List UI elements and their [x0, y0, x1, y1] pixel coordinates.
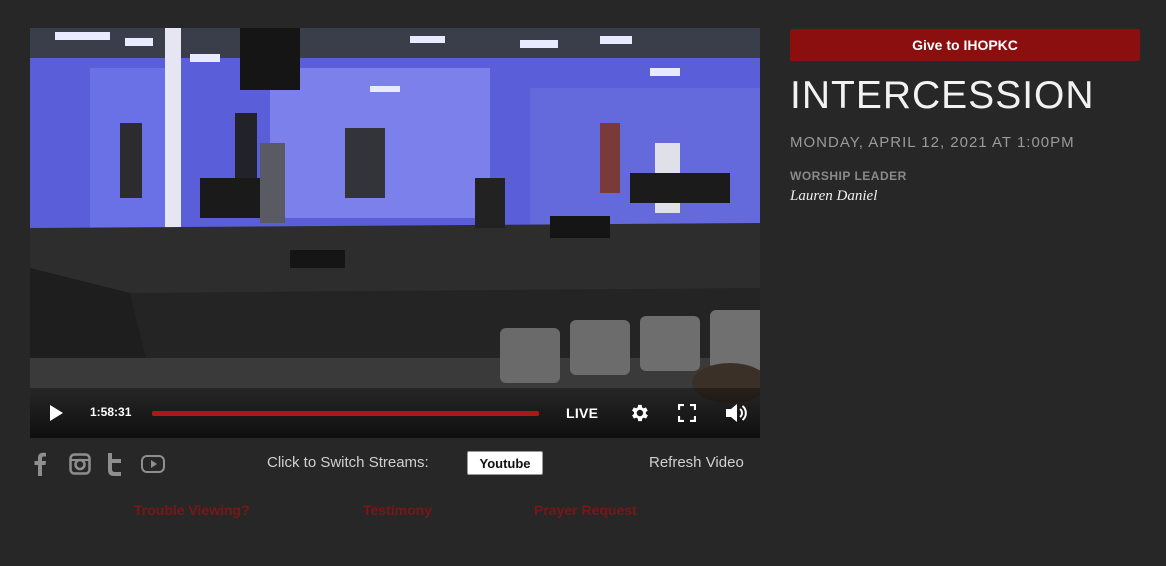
video-frame — [30, 28, 760, 438]
fullscreen-icon[interactable] — [678, 404, 696, 422]
video-player[interactable]: 1:58:31 LIVE — [30, 28, 760, 438]
youtube-icon[interactable] — [141, 451, 177, 477]
progress-fill — [152, 411, 539, 416]
give-button[interactable]: Give to IHOPKC — [790, 29, 1140, 61]
worship-leader-label: WORSHIP LEADER — [790, 169, 907, 183]
event-date: MONDAY, APRIL 12, 2021 AT 1:00PM — [790, 134, 1075, 151]
page-title: INTERCESSION — [790, 74, 1095, 117]
youtube-stream-button[interactable]: Youtube — [467, 451, 543, 475]
trouble-viewing-link[interactable]: Trouble Viewing? — [134, 502, 250, 518]
worship-leader-name: Lauren Daniel — [790, 188, 878, 204]
play-icon[interactable] — [48, 404, 64, 422]
instagram-icon[interactable] — [69, 451, 105, 477]
prayer-request-link[interactable]: Prayer Request — [534, 502, 637, 518]
live-indicator[interactable]: LIVE — [566, 405, 598, 421]
video-time: 1:58:31 — [90, 405, 132, 419]
facebook-icon[interactable] — [33, 451, 69, 477]
twitter-icon[interactable] — [105, 451, 141, 477]
switch-streams-label: Click to Switch Streams: — [267, 454, 429, 471]
progress-bar[interactable] — [152, 411, 539, 416]
video-controls: 1:58:31 LIVE — [30, 388, 760, 438]
testimony-link[interactable]: Testimony — [363, 502, 432, 518]
volume-icon[interactable] — [724, 402, 748, 424]
refresh-video-link[interactable]: Refresh Video — [649, 454, 744, 471]
gear-icon[interactable] — [628, 402, 650, 424]
social-links — [33, 451, 177, 477]
